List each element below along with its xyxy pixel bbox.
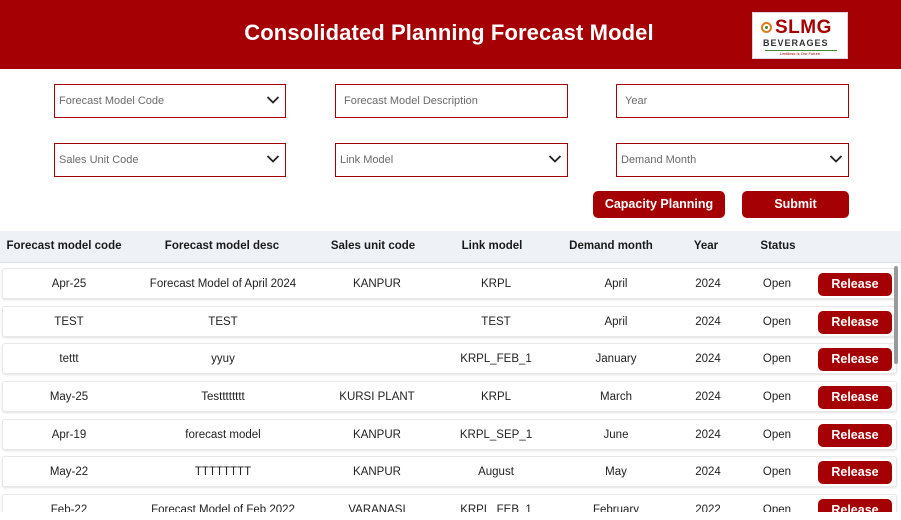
release-button[interactable]: Release [818,348,892,371]
column-header-link-model: Link model [461,240,523,252]
table-row: Apr-19 forecast model KANPUR KRPL_SEP_1 … [2,419,897,450]
column-header-year: Year [693,240,719,252]
cell-status: Open [762,429,792,441]
cell-sales-unit-code: KANPUR [353,466,401,478]
cell-demand-month: June [603,429,629,441]
cell-status: Open [762,353,792,365]
cell-forecast-model-desc: Testttttttt [201,391,245,403]
page-bottom-edge [0,512,901,520]
cell-year: 2024 [695,278,721,290]
chevron-down-icon[interactable] [829,152,843,166]
forecast-model-description-input[interactable]: Forecast Model Description [335,84,568,118]
link-model-dropdown[interactable]: Link Model [335,143,568,177]
cell-link-model: KRPL [480,391,512,403]
link-model-placeholder: Link Model [340,154,394,166]
cell-demand-month: March [600,391,632,403]
cell-status: Open [762,391,792,403]
release-button[interactable]: Release [818,273,892,296]
forecast-model-description-placeholder: Forecast Model Description [344,95,478,107]
capacity-planning-button[interactable]: Capacity Planning [593,191,725,218]
cell-status: Open [762,278,792,290]
company-logo: SLMG BEVERAGES Limitless Is Our Future [752,12,848,59]
cell-forecast-model-desc: TTTTTTTT [194,466,252,478]
cell-sales-unit-code: KURSI PLANT [339,391,415,403]
cell-forecast-model-desc: Forecast Model of April 2024 [149,278,297,290]
logo-word-beverages: BEVERAGES [763,38,829,48]
sales-unit-code-placeholder: Sales Unit Code [59,154,139,166]
cell-status: Open [762,316,792,328]
cell-status: Open [762,466,792,478]
table-row: May-25 Testttttttt KURSI PLANT KRPL Marc… [2,381,897,412]
chevron-down-icon[interactable] [548,152,562,166]
chevron-down-icon[interactable] [266,152,280,166]
cell-forecast-model-code: May-22 [49,466,89,478]
cell-demand-month: April [604,278,628,290]
cell-forecast-model-code: Apr-19 [51,429,87,441]
cell-sales-unit-code: KANPUR [353,278,401,290]
logo-icon [761,22,772,33]
cell-year: 2024 [695,429,721,441]
cell-forecast-model-desc: forecast model [185,429,261,441]
page: Consolidated Planning Forecast Model SLM… [0,0,901,520]
cell-year: 2024 [695,391,721,403]
cell-demand-month: April [604,316,628,328]
column-header-demand-month: Demand month [569,240,653,252]
cell-sales-unit-code: KANPUR [353,429,401,441]
header-bar: Consolidated Planning Forecast Model SLM… [0,0,901,69]
table-row: May-22 TTTTTTTT KANPUR August May 2024 O… [2,456,897,487]
cell-forecast-model-desc: TEST [208,316,238,328]
cell-forecast-model-code: tettt [59,353,79,365]
demand-month-dropdown[interactable]: Demand Month [616,143,849,177]
release-button[interactable]: Release [818,386,892,409]
cell-year: 2024 [695,466,721,478]
cell-demand-month: May [605,466,627,478]
cell-link-model: August [478,466,514,478]
cell-forecast-model-code: Apr-25 [51,278,87,290]
release-button[interactable]: Release [818,424,892,447]
cell-forecast-model-code: May-25 [49,391,89,403]
release-button[interactable]: Release [818,461,892,484]
cell-link-model: KRPL [480,278,512,290]
sales-unit-code-dropdown[interactable]: Sales Unit Code [54,143,286,177]
cell-forecast-model-desc: yyuy [211,353,235,365]
cell-year: 2024 [695,316,721,328]
cell-year: 2024 [695,353,721,365]
table-row: TEST TEST TEST April 2024 Open Release [2,306,897,337]
submit-button[interactable]: Submit [742,191,849,218]
release-button[interactable]: Release [818,311,892,334]
demand-month-placeholder: Demand Month [621,154,697,166]
cell-link-model: KRPL_FEB_1 [460,353,532,365]
table-row: Apr-25 Forecast Model of April 2024 KANP… [2,268,897,299]
year-input[interactable]: Year [616,84,849,118]
cell-demand-month: January [595,353,637,365]
table-scrollbar[interactable] [894,266,898,364]
table-header: Forecast model code Forecast model desc … [0,231,901,263]
column-header-sales-unit-code: Sales unit code [330,240,416,252]
column-header-forecast-model-code: Forecast model code [6,240,122,252]
cell-forecast-model-code: TEST [54,316,84,328]
table-row: tettt yyuy KRPL_FEB_1 January 2024 Open … [2,343,897,374]
year-placeholder: Year [625,95,648,107]
forecast-model-code-placeholder: Forecast Model Code [59,95,165,107]
table-body: Apr-25 Forecast Model of April 2024 KANP… [0,263,901,520]
column-header-status: Status [760,240,796,252]
logo-word-slmg: SLMG [775,17,832,38]
logo-tagline: Limitless Is Our Future [779,51,821,56]
cell-link-model: KRPL_SEP_1 [459,429,533,441]
forecast-model-code-dropdown[interactable]: Forecast Model Code [54,84,286,118]
cell-link-model: TEST [481,316,511,328]
column-header-forecast-model-desc: Forecast model desc [164,240,280,252]
chevron-down-icon[interactable] [266,93,280,107]
